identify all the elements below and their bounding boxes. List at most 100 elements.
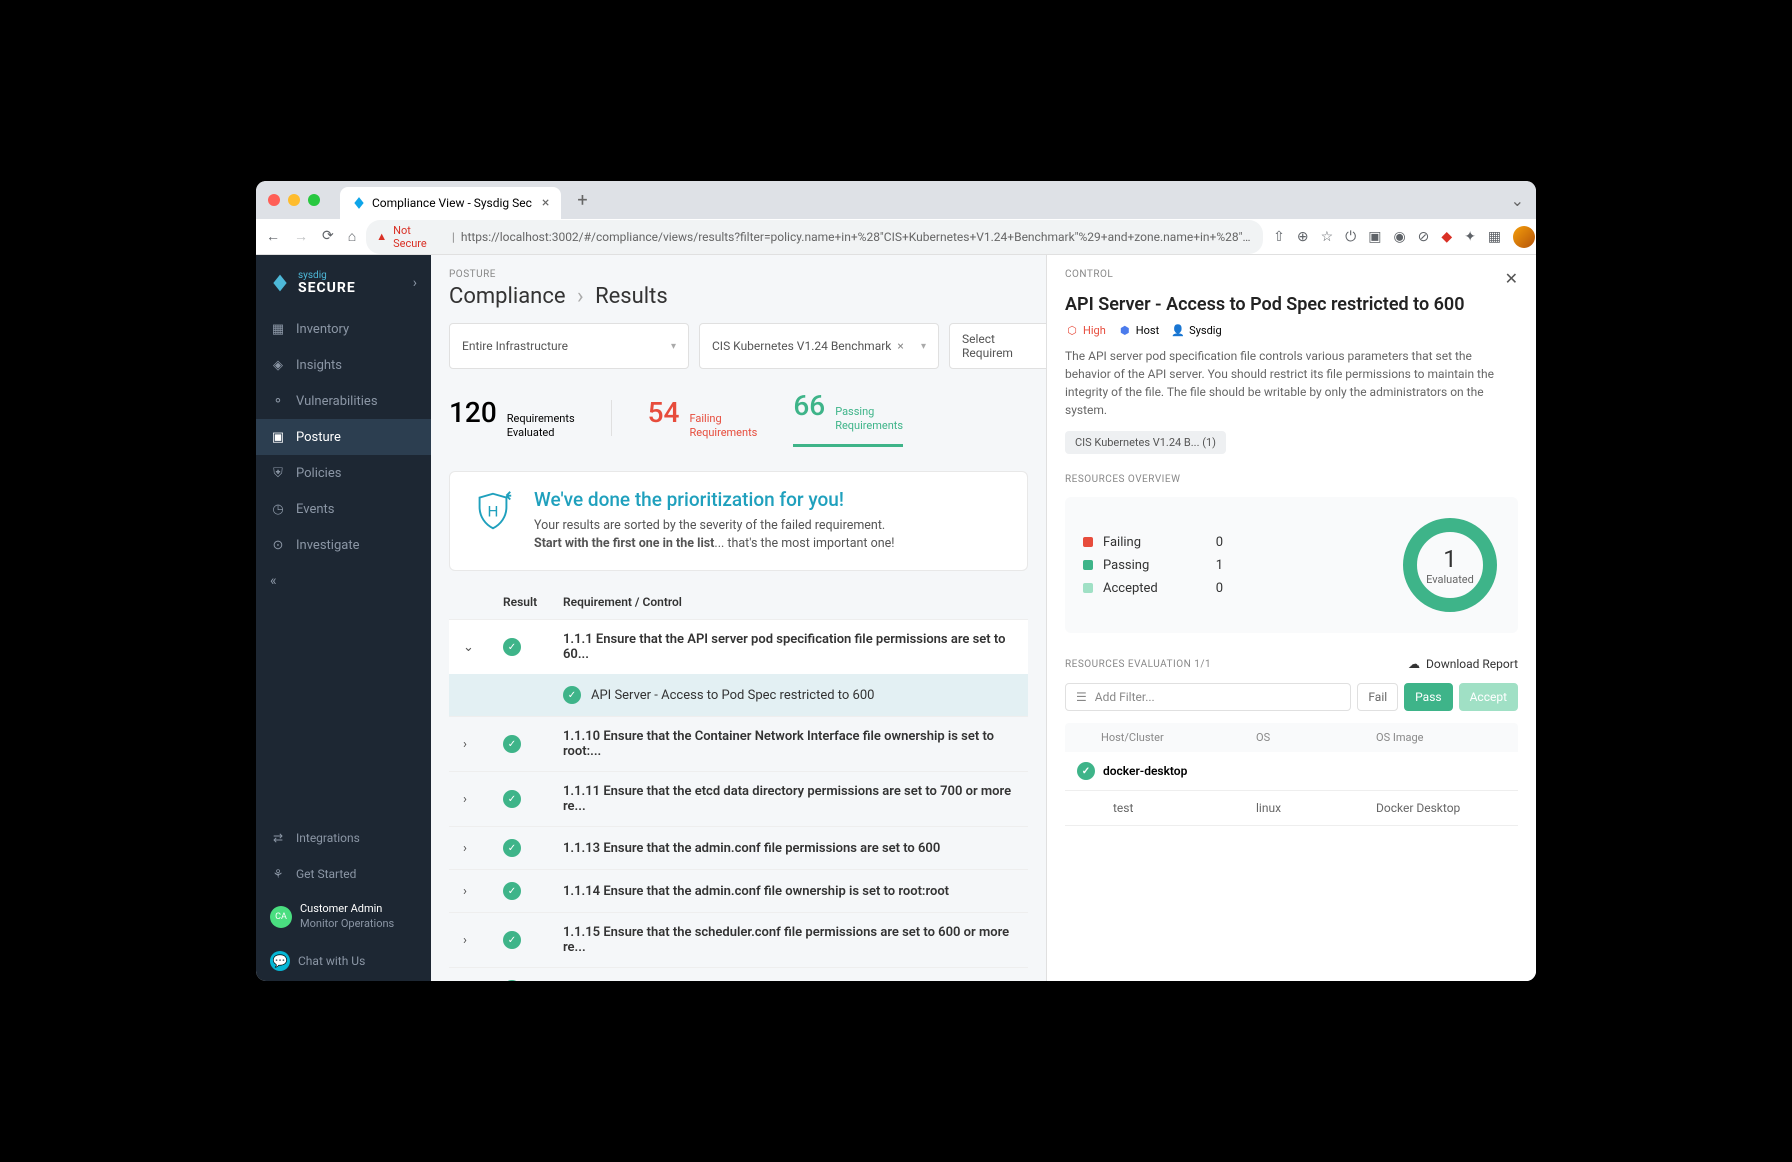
control-subrow[interactable]: ✓ API Server - Access to Pod Spec restri…: [449, 674, 1028, 716]
collapse-toggle[interactable]: «: [256, 563, 431, 599]
share-icon[interactable]: ⇧: [1273, 229, 1285, 245]
ext5-icon[interactable]: ◆: [1441, 229, 1452, 245]
close-window-icon[interactable]: [268, 194, 280, 206]
filter-accept-button[interactable]: Accept: [1459, 683, 1518, 711]
ov-label: Failing: [1103, 535, 1183, 550]
bookmark-icon[interactable]: ☆: [1321, 229, 1334, 245]
table-row[interactable]: › ✓ 1.1.16 Ensure that the scheduler.con…: [449, 967, 1028, 981]
minimize-window-icon[interactable]: [288, 194, 300, 206]
sidebar-item-label: Posture: [296, 430, 341, 445]
requirement-filter[interactable]: Select Requirem: [949, 323, 1046, 369]
stat-passing[interactable]: 66 PassingRequirements: [793, 389, 903, 447]
close-tab-icon[interactable]: ×: [542, 195, 549, 211]
investigate-icon: ⊙: [270, 537, 286, 553]
expand-icon[interactable]: ⌄: [463, 640, 503, 655]
ov-label: Accepted: [1103, 581, 1183, 596]
sidebar-item-label: Investigate: [296, 538, 359, 553]
ov-value: 0: [1193, 535, 1223, 550]
breadcrumb-results: Results: [595, 284, 668, 309]
th-host: Host/Cluster: [1101, 731, 1256, 744]
th-os: OS: [1256, 731, 1376, 744]
new-tab-button[interactable]: +: [577, 190, 587, 211]
expand-icon[interactable]: ›: [463, 841, 503, 856]
pass-icon: ✓: [503, 882, 521, 900]
logo[interactable]: sysdig SECURE ›: [256, 255, 431, 311]
sysdig-favicon-icon: [352, 196, 366, 210]
extensions-icon[interactable]: ✦: [1464, 229, 1476, 245]
eval-row[interactable]: ✓docker-desktop: [1065, 752, 1518, 791]
ext3-icon[interactable]: ◉: [1393, 229, 1405, 245]
sub-host: test: [1113, 801, 1256, 815]
browser-tab[interactable]: Compliance View - Sysdig Sec ×: [340, 187, 561, 219]
sidebar-item-events[interactable]: ◷Events: [256, 491, 431, 527]
maximize-window-icon[interactable]: [308, 194, 320, 206]
th-requirement: Requirement / Control: [563, 595, 1014, 609]
evaluated-donut: 1Evaluated: [1400, 515, 1500, 615]
expand-icon[interactable]: ›: [463, 792, 503, 807]
sidebar-collapse-icon[interactable]: ›: [413, 275, 417, 291]
filter-fail-button[interactable]: Fail: [1357, 683, 1398, 711]
reload-icon[interactable]: ⟳: [322, 228, 334, 245]
sidebar-item-insights[interactable]: ◈Insights: [256, 347, 431, 383]
policy-chip[interactable]: CIS Kubernetes V1.24 B... (1): [1065, 431, 1226, 454]
expand-icon[interactable]: ›: [463, 737, 503, 752]
table-row[interactable]: › ✓ 1.1.11 Ensure that the etcd data dir…: [449, 771, 1028, 826]
url-text: https://localhost:3002/#/compliance/view…: [461, 230, 1253, 244]
events-icon: ◷: [270, 501, 286, 517]
posture-icon: ▣: [270, 429, 286, 445]
sidebar-item-label: Inventory: [296, 322, 349, 337]
sidebar-item-posture[interactable]: ▣ Posture: [256, 419, 431, 455]
stat-number: 54: [648, 396, 680, 429]
profile-avatar[interactable]: [1513, 226, 1535, 248]
policy-filter[interactable]: CIS Kubernetes V1.24 Benchmark × ▾: [699, 323, 939, 369]
table-row[interactable]: › ✓ 1.1.13 Ensure that the admin.conf fi…: [449, 826, 1028, 869]
expand-icon[interactable]: ›: [463, 933, 503, 948]
filter-pass-button[interactable]: Pass: [1404, 683, 1452, 711]
accepted-dot-icon: [1083, 583, 1093, 593]
sidebar-item-vulnerabilities[interactable]: ⚬Vulnerabilities: [256, 383, 431, 419]
chat-button[interactable]: 💬 Chat with Us: [256, 941, 431, 981]
sidebar-item-investigate[interactable]: ⊙ Investigate: [256, 527, 431, 563]
filter-value: CIS Kubernetes V1.24 Benchmark: [712, 339, 891, 353]
stat-failing[interactable]: 54 FailingRequirements: [648, 396, 758, 441]
table-row[interactable]: › ✓ 1.1.10 Ensure that the Container Net…: [449, 716, 1028, 771]
breadcrumb-compliance[interactable]: Compliance: [449, 284, 566, 309]
tab-dropdown-icon[interactable]: ⌄: [1511, 191, 1524, 210]
table-row[interactable]: ⌄ ✓ 1.1.1 Ensure that the API server pod…: [449, 619, 1028, 674]
overview-failing: Failing 0: [1083, 535, 1223, 550]
sidebar-item-policies[interactable]: ⛨Policies: [256, 455, 431, 491]
vulnerabilities-icon: ⚬: [270, 393, 286, 409]
sidebar-item-integrations[interactable]: ⇄Integrations: [256, 820, 431, 856]
zone-filter[interactable]: Entire Infrastructure▾: [449, 323, 689, 369]
forward-icon[interactable]: →: [294, 228, 308, 245]
table-row[interactable]: › ✓ 1.1.14 Ensure that the admin.conf fi…: [449, 869, 1028, 912]
remove-chip-icon[interactable]: ×: [897, 339, 903, 353]
window-controls[interactable]: [268, 194, 320, 206]
download-report-button[interactable]: ☁Download Report: [1408, 657, 1518, 671]
ext6-icon[interactable]: ▦: [1488, 229, 1501, 245]
install-icon[interactable]: ⊕: [1297, 229, 1309, 245]
stat-number: 120: [449, 396, 497, 429]
stat-label: Requirements: [835, 419, 903, 432]
ext1-icon[interactable]: ⏻: [1345, 229, 1356, 245]
pass-icon: ✓: [503, 735, 521, 753]
table-row[interactable]: › ✓ 1.1.15 Ensure that the scheduler.con…: [449, 912, 1028, 967]
host-name: docker-desktop: [1103, 764, 1187, 778]
add-filter-input[interactable]: ☰Add Filter...: [1065, 683, 1351, 711]
url-field[interactable]: ▲ Not Secure | https://localhost:3002/#/…: [366, 220, 1263, 254]
expand-icon[interactable]: ›: [463, 884, 503, 899]
eval-subrow[interactable]: test linux Docker Desktop: [1065, 791, 1518, 826]
ext2-icon[interactable]: ▣: [1368, 229, 1381, 245]
user-block[interactable]: CA Customer Admin Monitor Operations: [256, 892, 431, 941]
home-icon[interactable]: ⌂: [348, 228, 356, 245]
sidebar-item-label: Insights: [296, 358, 342, 373]
back-icon[interactable]: ←: [266, 228, 280, 245]
chevron-down-icon: ▾: [921, 341, 926, 352]
ext4-icon[interactable]: ⊘: [1418, 229, 1430, 245]
stats-bar: 120 RequirementsEvaluated 54 FailingRequ…: [449, 383, 1028, 453]
close-panel-icon[interactable]: ✕: [1505, 269, 1518, 288]
sidebar-item-get-started[interactable]: ⚘Get Started: [256, 856, 431, 892]
stat-label: Requirements: [689, 426, 757, 439]
sidebar-item-inventory[interactable]: ▦Inventory: [256, 311, 431, 347]
overview-passing: Passing1: [1083, 558, 1223, 573]
